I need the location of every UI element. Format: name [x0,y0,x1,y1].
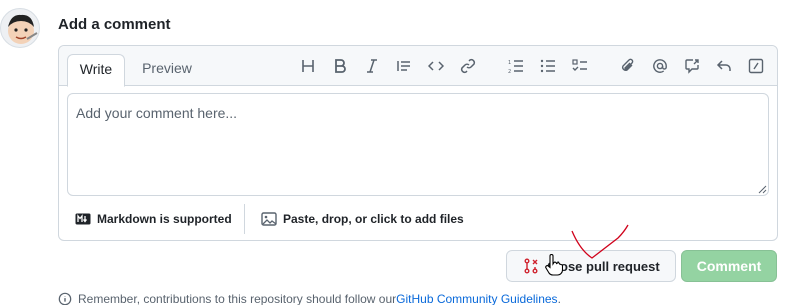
pull-request-closed-icon [524,258,538,274]
italic-icon[interactable] [361,55,383,77]
info-icon [58,292,72,305]
image-icon [261,212,277,226]
comment-button[interactable]: Comment [681,250,777,282]
comment-box: Write Preview 12 Add your comment here..… [58,45,778,241]
guidelines-note: Remember, contributions to this reposito… [58,292,561,305]
guidelines-suffix: . [557,292,561,305]
tab-write[interactable]: Write [67,54,125,87]
markdown-icon [75,213,91,225]
avatar[interactable] [0,8,40,48]
heading-icon[interactable] [297,55,319,77]
resize-handle-icon[interactable] [758,185,767,194]
attach-files-button[interactable]: Paste, drop, or click to add files [261,212,464,226]
tab-preview[interactable]: Preview [131,54,203,87]
comment-editor [67,93,769,196]
svg-text:2: 2 [508,69,511,74]
community-guidelines-link[interactable]: GitHub Community Guidelines [396,292,557,305]
avatar-image [8,14,38,44]
link-icon[interactable] [457,55,479,77]
hand-pointer-icon [545,254,563,276]
svg-text:1: 1 [508,60,511,66]
section-heading: Add a comment [58,16,171,33]
reply-icon[interactable] [713,55,735,77]
guidelines-text: Remember, contributions to this reposito… [78,292,397,305]
bold-icon[interactable] [329,55,351,77]
code-icon[interactable] [425,55,447,77]
cross-reference-icon[interactable] [681,55,703,77]
footer-divider [244,204,245,234]
close-pull-request-label: Close pull request [547,258,660,274]
editor-footer: Markdown is supported Paste, drop, or cl… [59,198,777,240]
markdown-label: Markdown is supported [97,212,232,226]
tab-bar: Write Preview 12 [59,46,777,87]
comment-textarea[interactable] [68,94,768,195]
numbered-list-icon[interactable]: 12 [505,55,527,77]
close-pull-request-button[interactable]: Close pull request [506,250,676,282]
task-list-icon[interactable] [569,55,591,77]
markdown-link[interactable]: Markdown is supported [75,212,232,226]
attach-icon[interactable] [617,55,639,77]
slash-commands-icon[interactable] [745,55,767,77]
mention-icon[interactable] [649,55,671,77]
quote-icon[interactable] [393,55,415,77]
unordered-list-icon[interactable] [537,55,559,77]
attach-files-label: Paste, drop, or click to add files [283,212,464,226]
